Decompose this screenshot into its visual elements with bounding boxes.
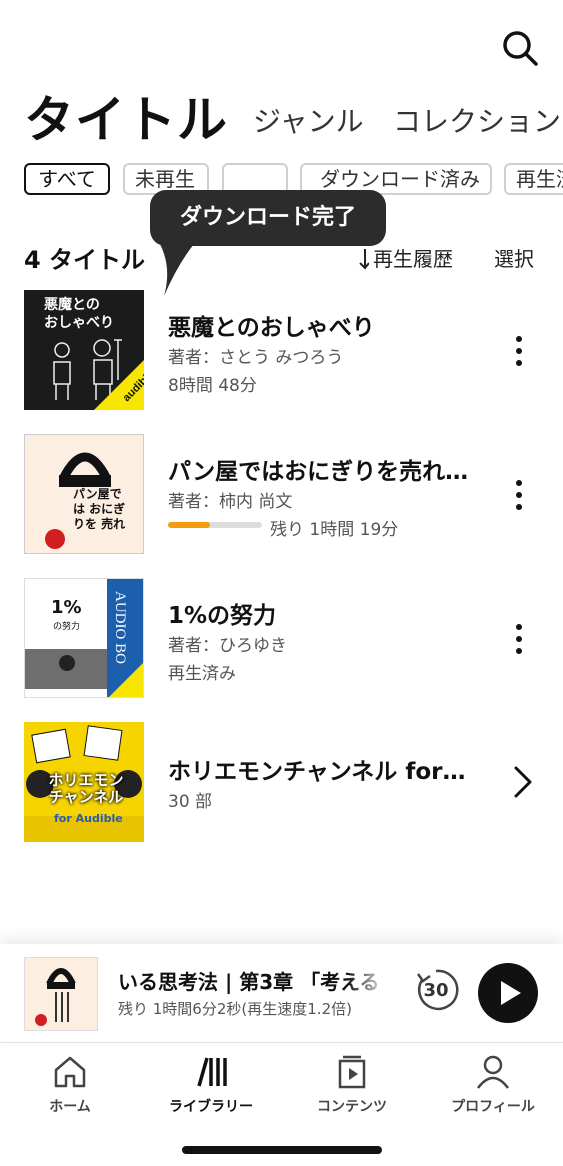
tab-titles[interactable]: タイトル xyxy=(24,80,228,152)
cover-title: 悪魔との おしゃべり xyxy=(44,297,114,331)
filter-all[interactable]: すべて xyxy=(24,163,110,195)
item-status: 再生済み xyxy=(168,664,236,684)
more-icon[interactable] xyxy=(505,621,533,657)
title-count: 4 タイトル xyxy=(24,246,146,274)
item-author: 著者：ひろゆき xyxy=(168,636,287,656)
item-title[interactable]: ホリエモンチャンネル for… xyxy=(168,752,465,786)
item-author: 著者：さとう みつろう xyxy=(168,348,344,368)
play-icon xyxy=(501,981,521,1005)
nav-library[interactable]: ライブラリー xyxy=(141,1052,281,1122)
nav-label: プロフィール xyxy=(451,1099,535,1115)
rewind-30-button[interactable]: 30 xyxy=(412,966,460,1014)
filter-played[interactable]: 再生済み xyxy=(504,163,563,195)
more-icon[interactable] xyxy=(505,477,533,513)
search-button[interactable] xyxy=(498,26,542,70)
home-indicator[interactable] xyxy=(182,1146,382,1154)
nav-label: ホーム xyxy=(49,1099,91,1115)
sort-button[interactable]: 再生履歴 xyxy=(355,243,453,272)
sort-icon xyxy=(359,249,370,270)
now-playing-remaining: 残り 1時間6分2秒(再生速度1.2倍) xyxy=(118,1000,352,1018)
search-icon xyxy=(503,31,538,66)
nav-home[interactable]: ホーム xyxy=(0,1052,140,1122)
nav-profile[interactable]: プロフィール xyxy=(423,1052,563,1122)
home-icon xyxy=(54,1056,86,1088)
tab-collection[interactable]: コレクション xyxy=(393,100,561,140)
tooltip-tail xyxy=(160,244,194,296)
item-title[interactable]: 悪魔とのおしゃべり xyxy=(168,308,375,342)
item-duration: 8時間 48分 xyxy=(168,376,257,396)
download-complete-tooltip: ダウンロード完了 xyxy=(150,190,386,246)
cover-title: 1% xyxy=(51,597,82,618)
sort-label: 再生履歴 xyxy=(373,247,453,271)
cover-title: パン屋では おにぎりを 売れ xyxy=(73,487,126,531)
library-icon xyxy=(197,1057,227,1087)
now-playing-cover[interactable] xyxy=(24,957,98,1031)
book-cover[interactable]: ホリエモン チャンネル for Audible xyxy=(24,722,144,842)
item-author: 著者：柿内 尚文 xyxy=(168,492,293,512)
progress-bar xyxy=(168,522,262,528)
cover-title: ホリエモン チャンネル xyxy=(48,771,124,806)
nav-content[interactable]: コンテンツ xyxy=(282,1052,422,1122)
book-cover[interactable]: 1% の努力 AUDIO BO xyxy=(24,578,144,698)
book-cover[interactable]: パン屋では おにぎりを 売れ xyxy=(24,434,144,554)
book-cover[interactable]: audible 悪魔との おしゃべり xyxy=(24,290,144,410)
item-episodes: 30 部 xyxy=(168,792,213,812)
cover-subtitle: の努力 xyxy=(53,622,81,632)
cover-subtitle: for Audible xyxy=(54,812,123,825)
select-button[interactable]: 選択 xyxy=(494,243,534,272)
chevron-right-icon[interactable] xyxy=(508,762,538,802)
item-title[interactable]: パン屋ではおにぎりを売れ… xyxy=(168,452,468,486)
play-button[interactable] xyxy=(478,963,538,1023)
cover-side-text: AUDIO BO xyxy=(112,591,128,664)
nav-label: ライブラリー xyxy=(169,1099,253,1115)
progress-fill xyxy=(168,522,211,528)
profile-icon xyxy=(477,1055,509,1089)
tab-genre[interactable]: ジャンル xyxy=(253,100,364,140)
nav-label: コンテンツ xyxy=(317,1099,387,1115)
item-title[interactable]: 1%の努力 xyxy=(168,596,276,630)
content-icon xyxy=(338,1055,366,1089)
more-icon[interactable] xyxy=(505,333,533,369)
item-remaining: 残り 1時間 19分 xyxy=(270,520,399,540)
rewind-seconds: 30 xyxy=(423,980,449,1001)
now-playing-title[interactable]: いる思考法 | 第3章 「考える xyxy=(118,966,388,995)
